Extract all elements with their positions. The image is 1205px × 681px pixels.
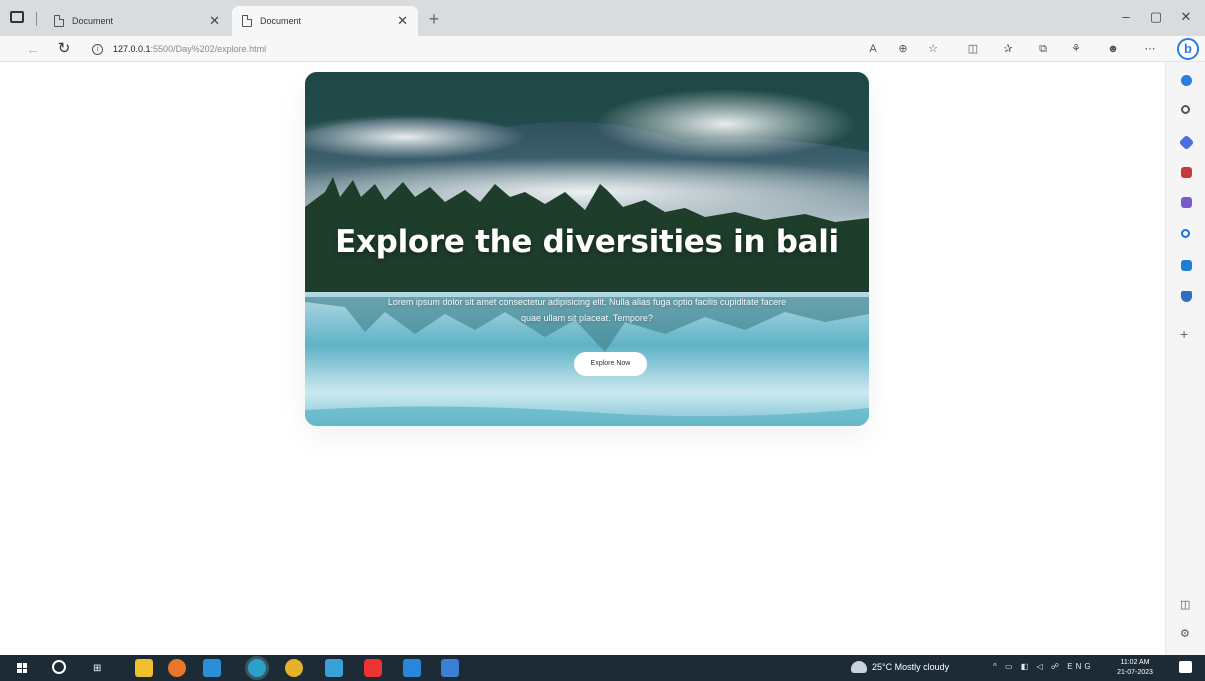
favorites-bar-icon[interactable]: ✰	[1001, 42, 1015, 56]
office-icon[interactable]	[1181, 229, 1190, 238]
tab-document-1[interactable]: Document ✕	[44, 6, 230, 36]
new-tab-button[interactable]: +	[424, 9, 444, 29]
read-aloud-icon[interactable]: A	[866, 42, 880, 56]
sidebar-settings-icon[interactable]: ⚙	[1180, 627, 1190, 640]
more-menu-icon[interactable]: ⋯	[1143, 42, 1157, 56]
extensions-icon[interactable]: ⚘	[1069, 42, 1083, 56]
photos-icon[interactable]	[441, 659, 459, 677]
bing-copilot-button[interactable]: b	[1177, 38, 1199, 60]
firefox-icon[interactable]	[168, 659, 186, 677]
task-view-icon[interactable]: ⊞	[93, 663, 101, 674]
hero-content: Explore the diversities in bali Lorem ip…	[305, 72, 869, 426]
taskbar-clock[interactable]: 11:02 AM 21-07-2023	[1110, 658, 1160, 678]
clock-date: 21-07-2023	[1117, 669, 1153, 676]
maximize-button[interactable]: ▢	[1146, 9, 1166, 25]
clock-time: 11:02 AM	[1120, 659, 1150, 666]
collections-icon[interactable]: ⧉	[1036, 42, 1050, 56]
tab-strip: Document ✕ Document ✕ + – ▢ ✕	[0, 0, 1205, 36]
windows-taskbar: ⊞ 25°C Mostly cloudy ^ ▭ ◧ ◁ ☍ ENG 11:02…	[0, 655, 1205, 681]
document-icon	[242, 15, 252, 27]
python-icon[interactable]	[325, 659, 343, 677]
reload-button[interactable]: ↻	[55, 40, 73, 58]
close-tab-icon[interactable]: ✕	[209, 13, 220, 29]
drop-icon[interactable]	[1181, 291, 1192, 302]
minimize-button[interactable]: –	[1116, 9, 1136, 24]
games-icon[interactable]	[1181, 197, 1192, 208]
address-bar: ← ↻ i 127.0.0.1 :5500/Day%202/explore.ht…	[0, 36, 1205, 62]
outlook-icon[interactable]	[1181, 260, 1192, 271]
back-button[interactable]: ←	[24, 40, 42, 58]
site-info-icon[interactable]: i	[92, 43, 103, 55]
hero-title: Explore the diversities in bali	[335, 224, 839, 260]
edge-icon[interactable]	[248, 659, 266, 677]
page-viewport: Explore the diversities in bali Lorem ip…	[0, 62, 1165, 655]
mail-icon[interactable]	[203, 659, 221, 677]
windows-start-icon[interactable]	[17, 663, 27, 673]
hero-description: Lorem ipsum dolor sit amet consectetur a…	[387, 297, 787, 323]
taskbar-search-icon[interactable]	[52, 660, 66, 674]
split-screen-icon[interactable]: ◫	[966, 42, 980, 56]
tab-title: Document	[72, 16, 114, 26]
url-host: 127.0.0.1	[113, 44, 151, 54]
notification-center-icon[interactable]	[1179, 661, 1192, 673]
url-path: :5500/Day%202/explore.html	[150, 44, 267, 54]
tab-title: Document	[260, 16, 302, 26]
document-icon	[54, 15, 64, 27]
url-field[interactable]: i 127.0.0.1 :5500/Day%202/explore.html	[92, 39, 862, 59]
tab-document-2[interactable]: Document ✕	[232, 6, 418, 36]
search-icon[interactable]	[1181, 105, 1190, 114]
shopping-icon[interactable]	[1178, 134, 1195, 151]
explore-now-button[interactable]: Explore Now	[574, 352, 647, 376]
close-tab-icon[interactable]: ✕	[397, 13, 408, 29]
tab-divider	[36, 12, 37, 26]
tab-actions-icon[interactable]	[10, 11, 24, 23]
edge-sidebar: + ◫ ⚙	[1165, 62, 1205, 655]
tools-icon[interactable]	[1181, 167, 1192, 178]
weather-cloud-icon[interactable]	[851, 661, 867, 673]
vscode-icon[interactable]	[403, 659, 421, 677]
youtube-icon[interactable]	[364, 659, 382, 677]
hero-card: Explore the diversities in bali Lorem ip…	[305, 72, 869, 426]
chrome-icon[interactable]	[285, 659, 303, 677]
favorite-star-icon[interactable]: ☆	[926, 42, 940, 56]
zoom-icon[interactable]: ⊕	[896, 42, 910, 56]
close-window-button[interactable]: ✕	[1176, 9, 1196, 25]
add-sidebar-app-icon[interactable]: +	[1180, 326, 1188, 342]
notifications-icon[interactable]	[1181, 75, 1192, 86]
hide-sidebar-icon[interactable]: ◫	[1180, 598, 1190, 611]
file-explorer-icon[interactable]	[135, 659, 153, 677]
weather-text[interactable]: 25°C Mostly cloudy	[872, 662, 949, 672]
profile-icon[interactable]: ☻	[1106, 42, 1120, 56]
system-tray[interactable]: ^ ▭ ◧ ◁ ☍ ENG	[993, 662, 1094, 671]
